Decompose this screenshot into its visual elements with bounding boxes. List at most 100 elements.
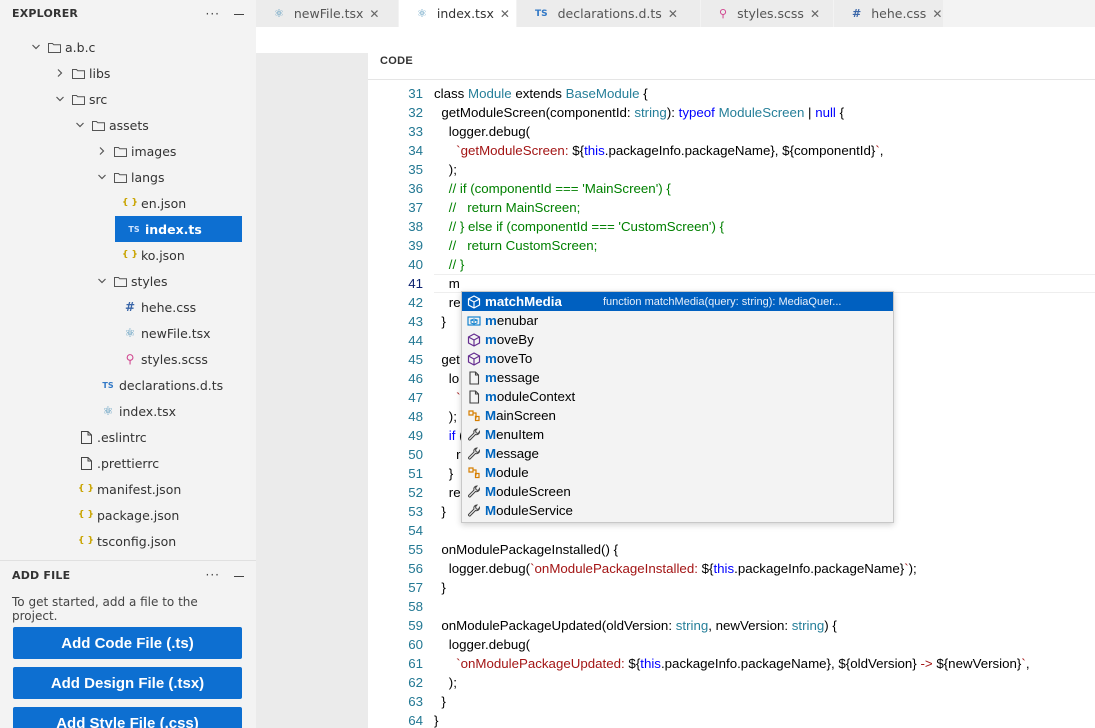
chevron-down-icon[interactable] <box>96 172 108 182</box>
code-line[interactable]: 32 getModuleScreen(componentId: string):… <box>368 103 1095 122</box>
suggestion-item[interactable]: menubar <box>462 311 893 330</box>
close-icon[interactable]: ✕ <box>810 7 820 21</box>
tab-index-tsx[interactable]: ⚛ index.tsx ✕ <box>399 0 517 27</box>
code-line[interactable]: 54 <box>368 521 1095 540</box>
autocomplete-widget: matchMedia function matchMedia(query: str… <box>461 291 894 523</box>
tree-item-package-json[interactable]: { } package.json <box>0 502 256 528</box>
tree-item-newfile-tsx[interactable]: ⚛ newFile.tsx <box>0 320 256 346</box>
tree-item-en-json[interactable]: { } en.json <box>0 190 256 216</box>
tree-item-index-tsx[interactable]: ⚛ index.tsx <box>0 398 256 424</box>
tree-item-label: declarations.d.ts <box>119 377 224 393</box>
code-line[interactable]: 61 `onModulePackageUpdated: ${this.packa… <box>368 654 1095 673</box>
code-line[interactable]: 60 logger.debug( <box>368 635 1095 654</box>
collapse-panel-icon[interactable] <box>234 14 244 15</box>
close-icon[interactable]: ✕ <box>932 7 942 21</box>
tree-item-label: .eslintrc <box>97 429 147 445</box>
tree-item-src[interactable]: src <box>0 86 256 112</box>
tree-item-tsconfig-json[interactable]: { } tsconfig.json <box>0 528 256 554</box>
code-text: } <box>434 466 454 481</box>
suggestion-match: m <box>485 370 497 385</box>
suggestion-match: M <box>485 427 497 442</box>
suggestion-item[interactable]: MenuItem <box>462 425 893 444</box>
folder-icon <box>70 68 86 79</box>
code-line[interactable]: 35 ); <box>368 160 1095 179</box>
code-line[interactable]: 58 <box>368 597 1095 616</box>
tree-item-a-b-c[interactable]: a.b.c <box>0 34 256 60</box>
add-file-title: ADD FILE <box>12 568 71 582</box>
line-number: 51 <box>408 466 423 481</box>
code-line[interactable]: 31 class Module extends BaseModule { <box>368 84 1095 103</box>
code-line[interactable]: 37 // return MainScreen; <box>368 198 1095 217</box>
suggestion-item[interactable]: Module <box>462 463 893 482</box>
add-design-file-button[interactable]: Add Design File (.tsx) <box>13 667 242 699</box>
tree-item-manifest-json[interactable]: { } manifest.json <box>0 476 256 502</box>
tree-item-eslintrc[interactable]: .eslintrc <box>0 424 256 450</box>
tab-declarations-d-ts[interactable]: TS declarations.d.ts ✕ <box>517 0 701 27</box>
close-icon[interactable]: ✕ <box>500 7 510 21</box>
more-actions-icon[interactable]: ··· <box>206 7 220 21</box>
tree-item-index-ts[interactable]: TS index.ts <box>115 216 242 242</box>
tree-item-images[interactable]: images <box>0 138 256 164</box>
tree-item-styles[interactable]: styles <box>0 268 256 294</box>
folder-icon <box>46 42 62 53</box>
code-line[interactable]: 59 onModulePackageUpdated(oldVersion: st… <box>368 616 1095 635</box>
css-file-icon: # <box>124 300 136 314</box>
line-number: 57 <box>408 580 423 595</box>
tree-item-prettierrc[interactable]: .prettierrc <box>0 450 256 476</box>
code-text: ); <box>434 409 457 424</box>
close-icon[interactable]: ✕ <box>369 7 379 21</box>
code-line[interactable]: 38 // } else if (componentId === 'Custom… <box>368 217 1095 236</box>
sidebar: EXPLORER ··· a.b.c libs src assets images lan… <box>0 0 256 728</box>
chevron-down-icon[interactable] <box>54 94 66 104</box>
tree-item-ko-json[interactable]: { } ko.json <box>0 242 256 268</box>
add-style-file-button[interactable]: Add Style File (.css) <box>13 707 242 728</box>
tree-item-hehe-css[interactable]: # hehe.css <box>0 294 256 320</box>
code-line[interactable]: 64} <box>368 711 1095 728</box>
code-line[interactable]: 36 // if (componentId === 'MainScreen') … <box>368 179 1095 198</box>
suggestion-item[interactable]: moduleContext <box>462 387 893 406</box>
code-line[interactable]: 57 } <box>368 578 1095 597</box>
tree-item-declarations-d-ts[interactable]: TS declarations.d.ts <box>0 372 256 398</box>
suggestion-item[interactable]: message <box>462 368 893 387</box>
code-line[interactable]: 39 // return CustomScreen; <box>368 236 1095 255</box>
suggestion-label: ModuleScreen <box>485 484 571 499</box>
chevron-down-icon[interactable] <box>30 42 42 52</box>
more-actions-icon[interactable]: ··· <box>206 568 220 582</box>
chevron-right-icon[interactable] <box>96 146 108 156</box>
suggestion-item[interactable]: moveTo <box>462 349 893 368</box>
variable-icon <box>463 314 485 328</box>
tree-item-langs[interactable]: langs <box>0 164 256 190</box>
line-number: 61 <box>408 656 423 671</box>
tree-item-libs[interactable]: libs <box>0 60 256 86</box>
tree-item-assets[interactable]: assets <box>0 112 256 138</box>
tab-styles-scss[interactable]: ⚲ styles.scss ✕ <box>701 0 834 27</box>
wrench-icon <box>463 428 485 442</box>
suggestion-item[interactable]: matchMedia function matchMedia(query: str… <box>462 292 893 311</box>
collapse-panel-icon[interactable] <box>234 575 244 577</box>
suggestion-item[interactable]: Message <box>462 444 893 463</box>
suggestion-item[interactable]: ModuleScreen <box>462 482 893 501</box>
tree-item-styles-scss[interactable]: ⚲ styles.scss <box>0 346 256 372</box>
tree-item-label: assets <box>109 117 149 133</box>
wrench-icon <box>463 485 485 499</box>
code-line[interactable]: 34 `getModuleScreen: ${this.packageInfo.… <box>368 141 1095 160</box>
code-line[interactable]: 56 logger.debug(`onModulePackageInstalle… <box>368 559 1095 578</box>
chevron-right-icon[interactable] <box>54 68 66 78</box>
suggestion-item[interactable]: moveBy <box>462 330 893 349</box>
line-number: 39 <box>408 238 423 253</box>
code-line[interactable]: 62 ); <box>368 673 1095 692</box>
chevron-down-icon[interactable] <box>74 120 86 130</box>
code-line[interactable]: 33 logger.debug( <box>368 122 1095 141</box>
add-code-file-button[interactable]: Add Code File (.ts) <box>13 627 242 659</box>
suggestion-item[interactable]: MainScreen <box>462 406 893 425</box>
tab-newfile-tsx[interactable]: ⚛ newFile.tsx ✕ <box>256 0 399 27</box>
suggestion-item[interactable]: ModuleService <box>462 501 893 520</box>
css-icon: # <box>852 7 862 20</box>
close-icon[interactable]: ✕ <box>668 7 678 21</box>
chevron-down-icon[interactable] <box>96 276 108 286</box>
code-line[interactable]: 55 onModulePackageInstalled() { <box>368 540 1095 559</box>
code-line[interactable]: 63 } <box>368 692 1095 711</box>
code-line[interactable]: 40 // } <box>368 255 1095 274</box>
tab-hehe-css[interactable]: # hehe.css ✕ <box>834 0 944 27</box>
suggestion-match: m <box>485 351 497 366</box>
